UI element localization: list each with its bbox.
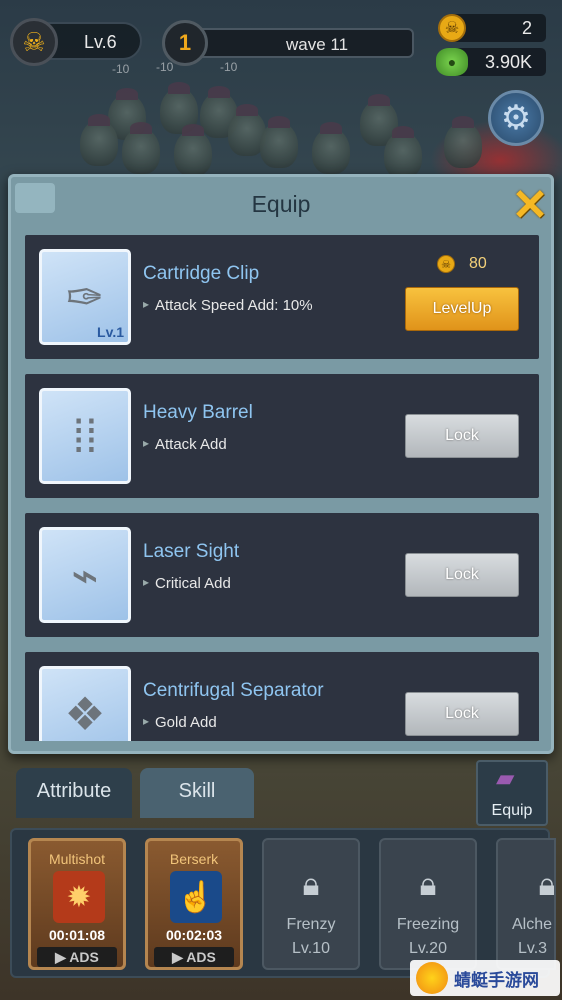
equipment-thumbnail: ✑ Lv.1 xyxy=(39,249,131,345)
watch-ads-button[interactable]: ▶ ADS xyxy=(37,947,117,967)
skill-card-frenzy[interactable]: 🔒︎ Frenzy Lv.10 xyxy=(262,838,360,970)
skill-timer: 00:01:08 xyxy=(48,927,106,943)
equipment-thumbnail: ❖ xyxy=(39,666,131,741)
equipment-item: ⌁ Laser Sight Critical Add Lock xyxy=(25,513,539,637)
player-skull-badge: ☠ xyxy=(10,18,58,66)
skill-unlock-level: Lv.10 xyxy=(292,940,330,957)
equip-button[interactable]: ▰ Equip xyxy=(476,760,548,826)
gem-currency-value: 3.90K xyxy=(484,52,532,72)
equipment-name: Heavy Barrel xyxy=(143,402,253,423)
watermark-logo xyxy=(416,962,448,994)
equipment-icon: ▰ xyxy=(496,765,515,792)
damage-number: -10 xyxy=(156,60,174,74)
gear-icon: ⚙ xyxy=(500,99,532,137)
skill-card-alchemy[interactable]: 🔒︎ Alche Lv.3 xyxy=(496,838,556,970)
skill-name: Multishot xyxy=(48,851,106,867)
equipment-level: Lv.1 xyxy=(97,324,124,340)
close-icon: ✕ xyxy=(511,181,549,230)
equipment-name: Centrifugal Separator xyxy=(143,680,324,701)
zombie xyxy=(122,122,160,174)
zombie xyxy=(312,122,350,174)
equipment-item: ❖ Centrifugal Separator Gold Add Lock xyxy=(25,652,539,741)
player-level-box: ☠ Lv.6 xyxy=(10,18,142,66)
equipment-description: Gold Add xyxy=(143,714,217,731)
equipment-item: ⁞⁞ Heavy Barrel Attack Add Lock xyxy=(25,374,539,498)
multishot-icon: ✹ xyxy=(53,871,105,923)
damage-number: -10 xyxy=(220,60,238,74)
modal-title: Equip xyxy=(251,191,311,217)
levelup-button[interactable]: LevelUp xyxy=(405,287,519,331)
skill-name: Frenzy xyxy=(286,916,336,933)
lock-icon: 🔒︎ xyxy=(538,866,556,902)
tab-attribute[interactable]: Attribute xyxy=(16,768,132,818)
equipment-description: Attack Add xyxy=(143,436,227,453)
skull-currency-value: 2 xyxy=(521,18,532,38)
wave-label: wave 11 xyxy=(285,35,349,54)
equipment-thumbnail: ⁞⁞ xyxy=(39,388,131,484)
tab-skill[interactable]: Skill xyxy=(140,768,254,818)
upgrade-cost: 80 xyxy=(469,255,487,272)
equipment-name: Laser Sight xyxy=(143,541,240,562)
skull-coin-icon: ☠ xyxy=(437,255,455,273)
skill-name: Alche xyxy=(512,916,553,933)
equipment-description: Critical Add xyxy=(143,575,231,592)
skull-coin-icon: ☠ xyxy=(438,14,466,42)
zombie xyxy=(80,114,118,166)
zombie xyxy=(384,126,422,178)
close-button[interactable]: ✕ xyxy=(509,181,551,230)
player-level: Lv.6 xyxy=(84,32,117,52)
lock-button[interactable]: Lock xyxy=(405,692,519,736)
separator-icon: ❖ xyxy=(64,688,106,740)
lock-button[interactable]: Lock xyxy=(405,553,519,597)
berserk-icon: ☝ xyxy=(170,871,222,923)
watermark-text: 蜻蜓手游网 xyxy=(454,971,539,990)
ads-label: ADS xyxy=(69,949,99,965)
equipment-item: ✑ Lv.1 Cartridge Clip Attack Speed Add: … xyxy=(25,235,539,359)
lock-icon: 🔒︎ xyxy=(302,866,320,902)
skill-unlock-level: Lv.3 xyxy=(518,940,548,957)
equipment-name: Cartridge Clip xyxy=(143,263,260,284)
zombie xyxy=(174,124,212,176)
skill-timer: 00:02:03 xyxy=(165,927,223,943)
skill-name: Freezing xyxy=(396,916,460,933)
ads-label: ADS xyxy=(186,949,216,965)
equipment-thumbnail: ⌁ xyxy=(39,527,131,623)
site-watermark: 蜻蜓手游网 xyxy=(410,960,560,996)
green-gem-icon: ● xyxy=(436,48,468,76)
skull-icon: ☠ xyxy=(22,27,46,57)
lock-button[interactable]: Lock xyxy=(405,414,519,458)
skill-name: Berserk xyxy=(169,851,219,867)
skill-card-multishot[interactable]: Multishot ✹ 00:01:08 ▶ ADS xyxy=(28,838,126,970)
watch-ads-button[interactable]: ▶ ADS xyxy=(154,947,234,967)
skill-unlock-level: Lv.20 xyxy=(409,940,447,957)
skill-card-berserk[interactable]: Berserk ☝ 00:02:03 ▶ ADS xyxy=(145,838,243,970)
cartridge-clip-icon: ✑ xyxy=(65,271,105,323)
equip-button-label: Equip xyxy=(491,802,533,819)
zombie xyxy=(444,116,482,168)
laser-sight-icon: ⌁ xyxy=(71,549,99,601)
lock-icon: 🔒︎ xyxy=(419,866,437,902)
equipment-list[interactable]: ✑ Lv.1 Cartridge Clip Attack Speed Add: … xyxy=(25,233,539,741)
equipment-description: Attack Speed Add: 10% xyxy=(143,297,313,314)
wave-number-badge: 1 xyxy=(162,20,208,66)
zombie xyxy=(260,116,298,168)
bullets-icon: ⁞⁞ xyxy=(72,410,98,462)
damage-number: -10 xyxy=(112,62,130,76)
settings-button[interactable]: ⚙ xyxy=(488,90,544,146)
equip-modal: Equip ✕ ✑ Lv.1 Cartridge Clip Attack Spe… xyxy=(8,174,554,754)
skill-card-freezing[interactable]: 🔒︎ Freezing Lv.20 xyxy=(379,838,477,970)
